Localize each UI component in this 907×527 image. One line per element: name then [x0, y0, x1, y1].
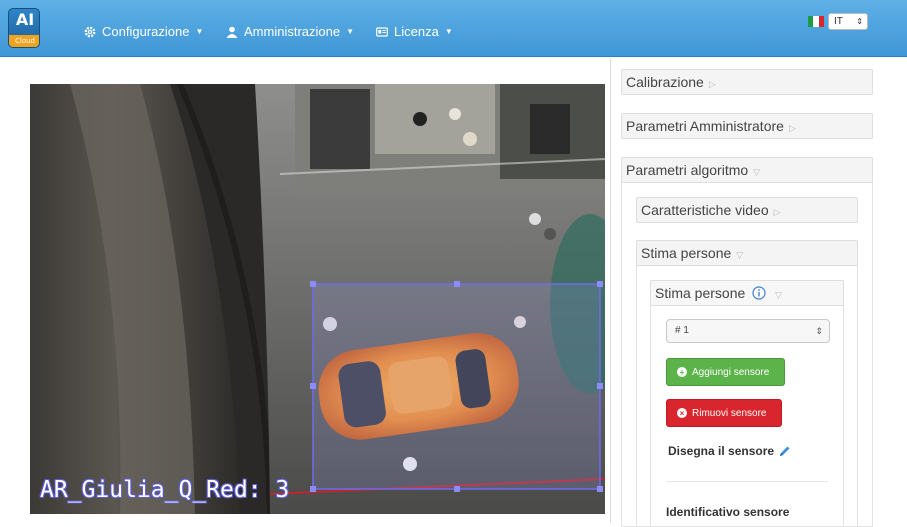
accordion-parametri-amministratore-label: Parametri Amministratore [626, 118, 784, 134]
logo-text: AI [15, 10, 35, 29]
accordion-stima-persone[interactable]: Stima persone ▽ [636, 240, 858, 266]
pencil-icon[interactable] [778, 445, 791, 458]
draw-sensor-label: Disegna il sensore [668, 444, 791, 458]
app-logo[interactable]: AI Cloud [8, 8, 40, 48]
accordion-calibrazione[interactable]: Calibrazione ▷ [621, 69, 873, 95]
caret-right-icon: ▷ [708, 79, 716, 89]
divider [666, 481, 828, 482]
accordion-stima-persone-inner-label: Stima persone [655, 285, 746, 301]
nav-configurazione[interactable]: Configurazione ▼ [84, 24, 203, 39]
caret-right-icon: ▷ [773, 207, 781, 217]
caret-down-icon: ▽ [736, 250, 744, 260]
sensor-select[interactable]: # 1 ⇕ [666, 319, 830, 343]
plus-icon: + [677, 367, 687, 377]
add-sensor-label: Aggiungi sensore [692, 366, 770, 378]
add-sensor-button[interactable]: + Aggiungi sensore [666, 358, 785, 386]
gear-icon [84, 26, 96, 37]
accordion-calibrazione-label: Calibrazione [626, 74, 704, 90]
caret-right-icon: ▷ [788, 123, 796, 133]
accordion-stima-persone-inner[interactable]: Stima persone ▽ [650, 280, 844, 306]
accordion-parametri-amministratore[interactable]: Parametri Amministratore ▷ [621, 113, 873, 139]
sensor-identifier-label: Identificativo sensore [666, 505, 790, 519]
license-icon [376, 26, 388, 37]
select-arrows-icon: ⇕ [856, 17, 863, 26]
camera-view[interactable]: AR_Giulia_Q_Red: 3 [30, 84, 605, 514]
caret-down-icon: ▼ [346, 27, 355, 36]
camera-overlay-label: AR_Giulia_Q_Red: 3 [40, 477, 290, 503]
camera-frame [30, 84, 605, 514]
draw-sensor-text: Disegna il sensore [668, 444, 775, 458]
info-icon[interactable] [752, 286, 766, 300]
language-value: IT [834, 16, 843, 27]
select-arrows-icon: ⇕ [815, 326, 823, 336]
user-icon [226, 26, 238, 38]
remove-sensor-button[interactable]: × Rimuovi sensore [666, 399, 782, 427]
language-selector[interactable]: IT ⇕ [808, 13, 868, 30]
accordion-caratteristiche-video-label: Caratteristiche video [641, 202, 769, 218]
accordion-parametri-algoritmo-label: Parametri algoritmo [626, 162, 749, 178]
top-navbar: AI Cloud Configurazione ▼ Amministrazion… [0, 0, 907, 57]
caret-down-icon: ▽ [753, 167, 761, 177]
sensor-select-value: # 1 [675, 325, 689, 336]
nav-licenza[interactable]: Licenza ▼ [376, 24, 453, 39]
language-select[interactable]: IT ⇕ [828, 13, 868, 30]
logo-subtext: Cloud [9, 35, 39, 47]
nav-amministrazione-label: Amministrazione [244, 24, 341, 39]
caret-down-icon: ▼ [195, 27, 204, 36]
accordion-parametri-algoritmo[interactable]: Parametri algoritmo ▽ [621, 157, 873, 183]
remove-sensor-label: Rimuovi sensore [692, 407, 767, 419]
caret-down-icon: ▼ [444, 27, 453, 36]
nav-configurazione-label: Configurazione [102, 24, 190, 39]
accordion-stima-persone-label: Stima persone [641, 245, 732, 261]
accordion-caratteristiche-video[interactable]: Caratteristiche video ▷ [636, 197, 858, 223]
caret-down-icon: ▽ [775, 290, 782, 300]
remove-icon: × [677, 408, 687, 418]
italy-flag-icon [808, 16, 824, 27]
nav-licenza-label: Licenza [394, 24, 439, 39]
nav-amministrazione[interactable]: Amministrazione ▼ [226, 24, 354, 39]
